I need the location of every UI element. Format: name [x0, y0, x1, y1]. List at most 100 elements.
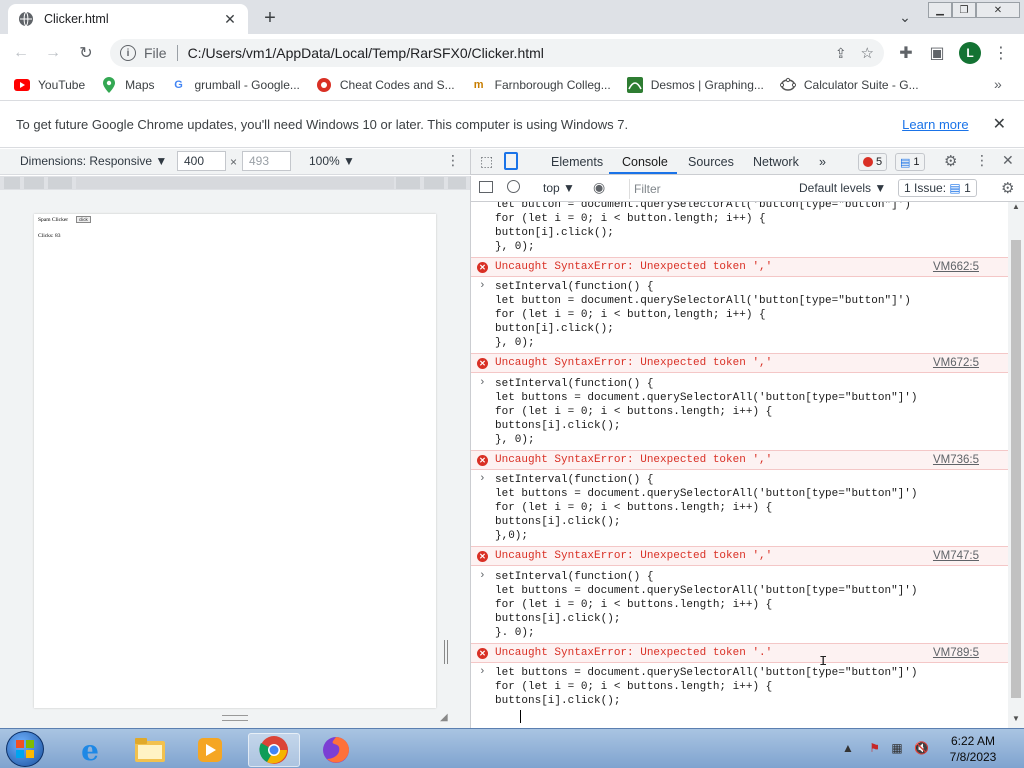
- scroll-down-icon[interactable]: ▼: [1012, 714, 1020, 723]
- error-count-badge[interactable]: 5: [858, 153, 888, 171]
- action-center-flag-icon[interactable]: ⚑: [869, 741, 880, 755]
- cheat-codes-icon: [316, 77, 332, 93]
- close-window-button[interactable]: ✕: [976, 2, 1020, 18]
- bookmark-label: YouTube: [38, 78, 86, 92]
- share-icon[interactable]: ⇪: [835, 45, 847, 62]
- folder-icon: [135, 738, 165, 762]
- prompt-chevron-icon: ›: [479, 280, 486, 292]
- error-message: Uncaught SyntaxError: Unexpected token '…: [495, 454, 773, 466]
- taskbar-internet-explorer[interactable]: e: [64, 733, 116, 767]
- width-resize-handle[interactable]: [444, 640, 448, 664]
- error-source-link[interactable]: VM662:5: [933, 261, 979, 273]
- restore-button[interactable]: ❐: [952, 2, 976, 18]
- new-tab-button[interactable]: +: [258, 6, 282, 30]
- back-button[interactable]: ←: [8, 40, 34, 66]
- bookmark-cheat-codes[interactable]: Cheat Codes and S...: [316, 77, 455, 93]
- address-url[interactable]: C:/Users/vm1/AppData/Local/Temp/RarSFX0/…: [188, 45, 835, 61]
- issues-button[interactable]: 1 Issue: ▤ 1: [898, 179, 977, 197]
- bookmark-youtube[interactable]: YouTube: [14, 77, 85, 93]
- error-icon: ✕: [477, 455, 488, 466]
- bookmark-star-icon[interactable]: ☆: [861, 44, 874, 62]
- console-input-entry: let button = document.querySelectorAll('…: [471, 202, 1008, 258]
- device-toggle-icon[interactable]: [504, 152, 518, 170]
- active-tab-indicator: [609, 172, 677, 174]
- start-button[interactable]: [6, 731, 44, 767]
- taskbar-clock[interactable]: 6:22 AM 7/8/2023: [938, 733, 1008, 765]
- taskbar-file-explorer[interactable]: [124, 733, 176, 767]
- bookmarks-overflow-icon[interactable]: »: [994, 76, 1002, 92]
- inspect-element-icon[interactable]: ⬚: [480, 153, 493, 170]
- chrome-icon: [259, 736, 288, 764]
- address-bar[interactable]: i File C:/Users/vm1/AppData/Local/Temp/R…: [110, 39, 884, 67]
- settings-gear-icon[interactable]: ⚙: [944, 152, 957, 170]
- taskbar-firefox[interactable]: [310, 733, 362, 767]
- taskbar-chrome[interactable]: [248, 733, 300, 767]
- message-icon: ▤: [900, 156, 911, 169]
- network-icon[interactable]: ▦: [891, 741, 902, 755]
- sidebar-toggle-icon[interactable]: [479, 181, 493, 193]
- log-levels-dropdown[interactable]: Default levels ▼: [799, 181, 886, 195]
- bookmark-desmos[interactable]: Desmos | Graphing...: [626, 77, 764, 93]
- error-source-link[interactable]: VM747:5: [933, 550, 979, 562]
- clear-console-icon[interactable]: [507, 180, 520, 193]
- console-output[interactable]: let button = document.querySelectorAll('…: [470, 202, 1008, 728]
- issue-count-badge[interactable]: ▤ 1: [895, 153, 925, 171]
- live-expression-eye-icon[interactable]: ◉: [593, 179, 605, 196]
- tab-search-chevron-icon[interactable]: ⌄: [896, 8, 914, 26]
- devtools-kebab-icon[interactable]: ⋮: [975, 152, 989, 169]
- tab-sources[interactable]: Sources: [688, 155, 734, 169]
- console-error-entry: ✕ Uncaught SyntaxError: Unexpected token…: [471, 450, 1008, 470]
- close-tab-icon[interactable]: ✕: [222, 11, 238, 27]
- error-source-link[interactable]: VM736:5: [933, 454, 979, 466]
- close-devtools-icon[interactable]: ✕: [1002, 152, 1014, 169]
- device-toolbar: Dimensions: Responsive ▼ 400 × 493 100% …: [0, 149, 470, 175]
- tab-clicker[interactable]: Clicker.html ✕: [8, 4, 248, 34]
- zoom-dropdown[interactable]: 100% ▼: [309, 154, 355, 168]
- side-panel-icon[interactable]: ▣: [924, 40, 950, 66]
- minimize-button[interactable]: ▁: [928, 2, 952, 18]
- tab-network[interactable]: Network: [753, 155, 799, 169]
- error-source-link[interactable]: VM672:5: [933, 357, 979, 369]
- bookmark-farnborough[interactable]: m Farnborough Colleg...: [471, 77, 611, 93]
- media-query-ruler[interactable]: [0, 176, 470, 190]
- bookmark-calculator-suite[interactable]: Calculator Suite - G...: [779, 77, 919, 93]
- error-source-link[interactable]: VM789:5: [933, 647, 979, 659]
- error-icon: [863, 157, 873, 167]
- update-infobar: To get future Google Chrome updates, you…: [0, 100, 1024, 148]
- extensions-icon[interactable]: ✚: [893, 40, 919, 66]
- close-infobar-icon[interactable]: ✕: [993, 114, 1006, 134]
- taskbar-media-player[interactable]: [184, 733, 236, 767]
- console-scroll-thumb[interactable]: [1011, 240, 1021, 698]
- width-input[interactable]: 400: [177, 151, 226, 171]
- device-options-kebab-icon[interactable]: ⋮: [446, 152, 460, 169]
- console-input-entry: › setInterval(function() { let buttons =…: [471, 377, 1008, 447]
- show-hidden-icons-icon[interactable]: ▲: [842, 741, 854, 755]
- bookmark-grumball[interactable]: G grumball - Google...: [171, 77, 300, 93]
- tab-elements[interactable]: Elements: [551, 155, 603, 169]
- height-resize-handle[interactable]: [222, 715, 248, 721]
- error-icon: ✕: [477, 358, 488, 369]
- tab-console[interactable]: Console: [622, 155, 668, 169]
- scroll-up-icon[interactable]: ▲: [1012, 202, 1020, 211]
- console-prompt-input[interactable]: › let buttons = document.querySelectorAl…: [471, 666, 1008, 726]
- console-settings-gear-icon[interactable]: ⚙: [1001, 179, 1014, 197]
- click-button[interactable]: click: [76, 216, 91, 223]
- learn-more-link[interactable]: Learn more: [902, 117, 968, 132]
- bookmark-maps[interactable]: Maps: [101, 77, 155, 93]
- height-input[interactable]: 493: [242, 151, 291, 171]
- reload-button[interactable]: ↻: [73, 40, 99, 66]
- info-icon[interactable]: i: [120, 45, 136, 61]
- context-selector[interactable]: top ▼: [543, 181, 575, 195]
- avatar[interactable]: L: [959, 42, 981, 64]
- more-tabs-icon[interactable]: »: [819, 155, 826, 169]
- firefox-icon: [323, 737, 349, 763]
- filter-input[interactable]: Filter: [629, 179, 789, 199]
- forward-button[interactable]: →: [40, 40, 66, 66]
- corner-resize-handle[interactable]: ◢: [440, 712, 448, 723]
- dimensions-dropdown[interactable]: Dimensions: Responsive ▼: [20, 154, 167, 168]
- tab-title: Clicker.html: [44, 12, 109, 26]
- volume-muted-icon[interactable]: 🔇: [914, 741, 929, 755]
- internet-explorer-icon: e: [81, 733, 99, 767]
- farnborough-icon: m: [473, 79, 484, 91]
- menu-kebab-icon[interactable]: ⋮: [988, 40, 1014, 66]
